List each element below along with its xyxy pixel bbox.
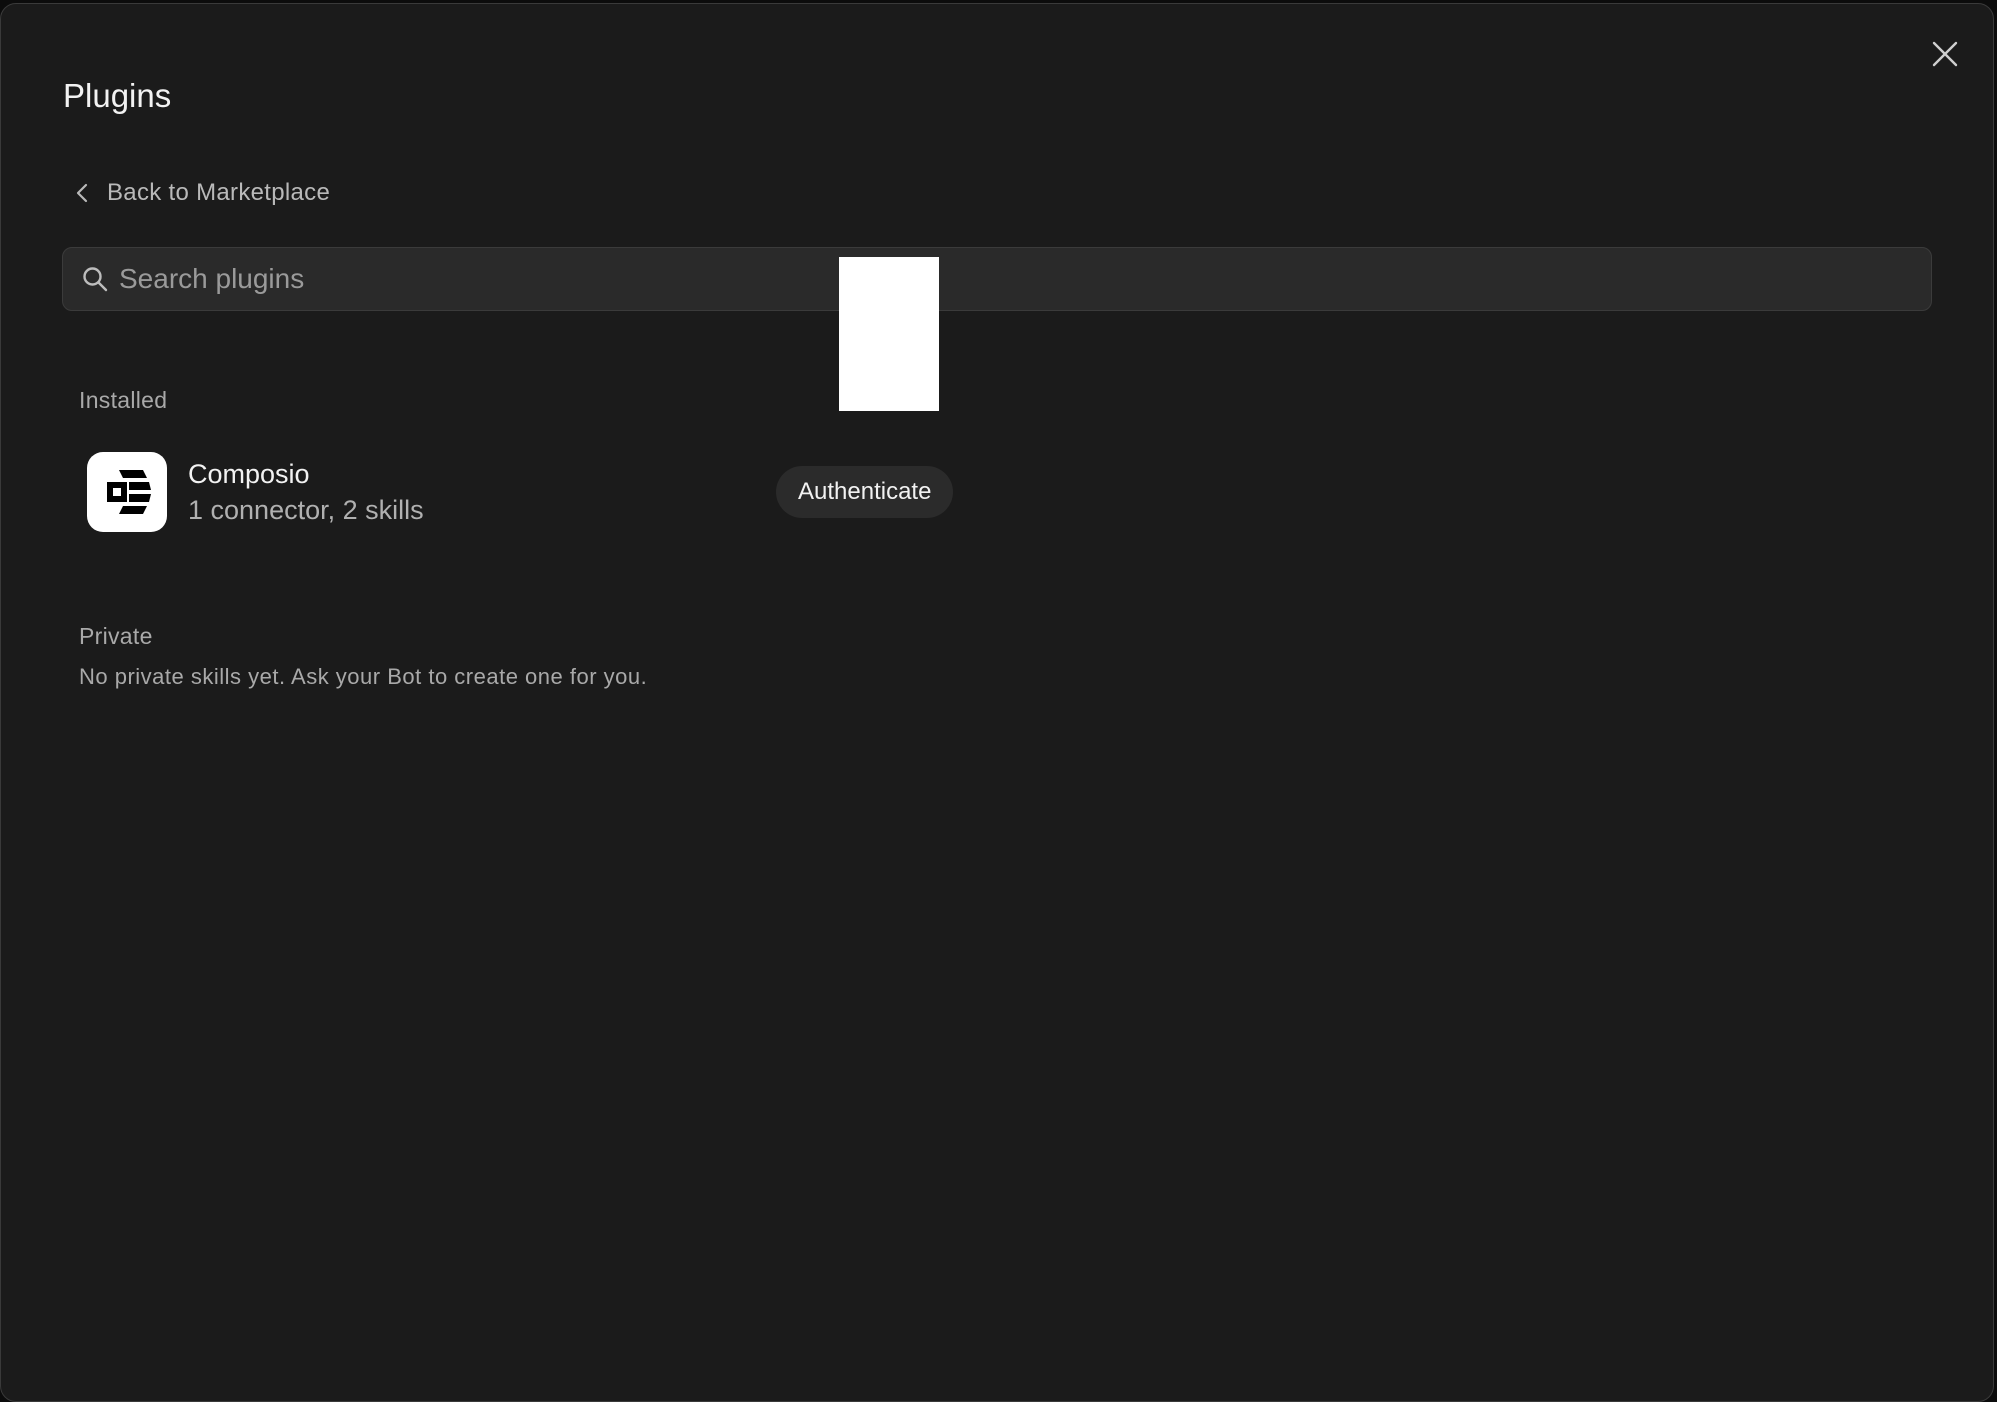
installed-heading: Installed bbox=[79, 387, 168, 413]
authenticate-button[interactable]: Authenticate bbox=[776, 466, 954, 518]
chevron-left-icon bbox=[73, 182, 91, 204]
plugin-row-composio[interactable]: Composio 1 connector, 2 skills bbox=[87, 452, 424, 532]
plugin-name: Composio bbox=[188, 459, 310, 489]
close-button[interactable] bbox=[1927, 36, 1963, 72]
private-heading: Private bbox=[79, 623, 153, 649]
private-empty-message: No private skills yet. Ask your Bot to c… bbox=[79, 664, 648, 689]
back-to-marketplace-link[interactable]: Back to Marketplace bbox=[73, 176, 330, 210]
composio-logo-icon bbox=[87, 452, 167, 532]
close-icon bbox=[1932, 41, 1958, 67]
search-icon bbox=[81, 265, 109, 293]
redaction-block bbox=[839, 257, 939, 411]
back-link-label: Back to Marketplace bbox=[107, 179, 331, 206]
plugin-info: Composio 1 connector, 2 skills bbox=[188, 456, 424, 528]
page-title: Plugins bbox=[63, 77, 172, 114]
search-input[interactable] bbox=[119, 248, 1931, 310]
plugin-meta: 1 connector, 2 skills bbox=[188, 495, 424, 525]
plugins-dialog: Plugins Back to Marketplace Installed bbox=[0, 3, 1994, 1402]
search-box[interactable] bbox=[62, 247, 1932, 311]
